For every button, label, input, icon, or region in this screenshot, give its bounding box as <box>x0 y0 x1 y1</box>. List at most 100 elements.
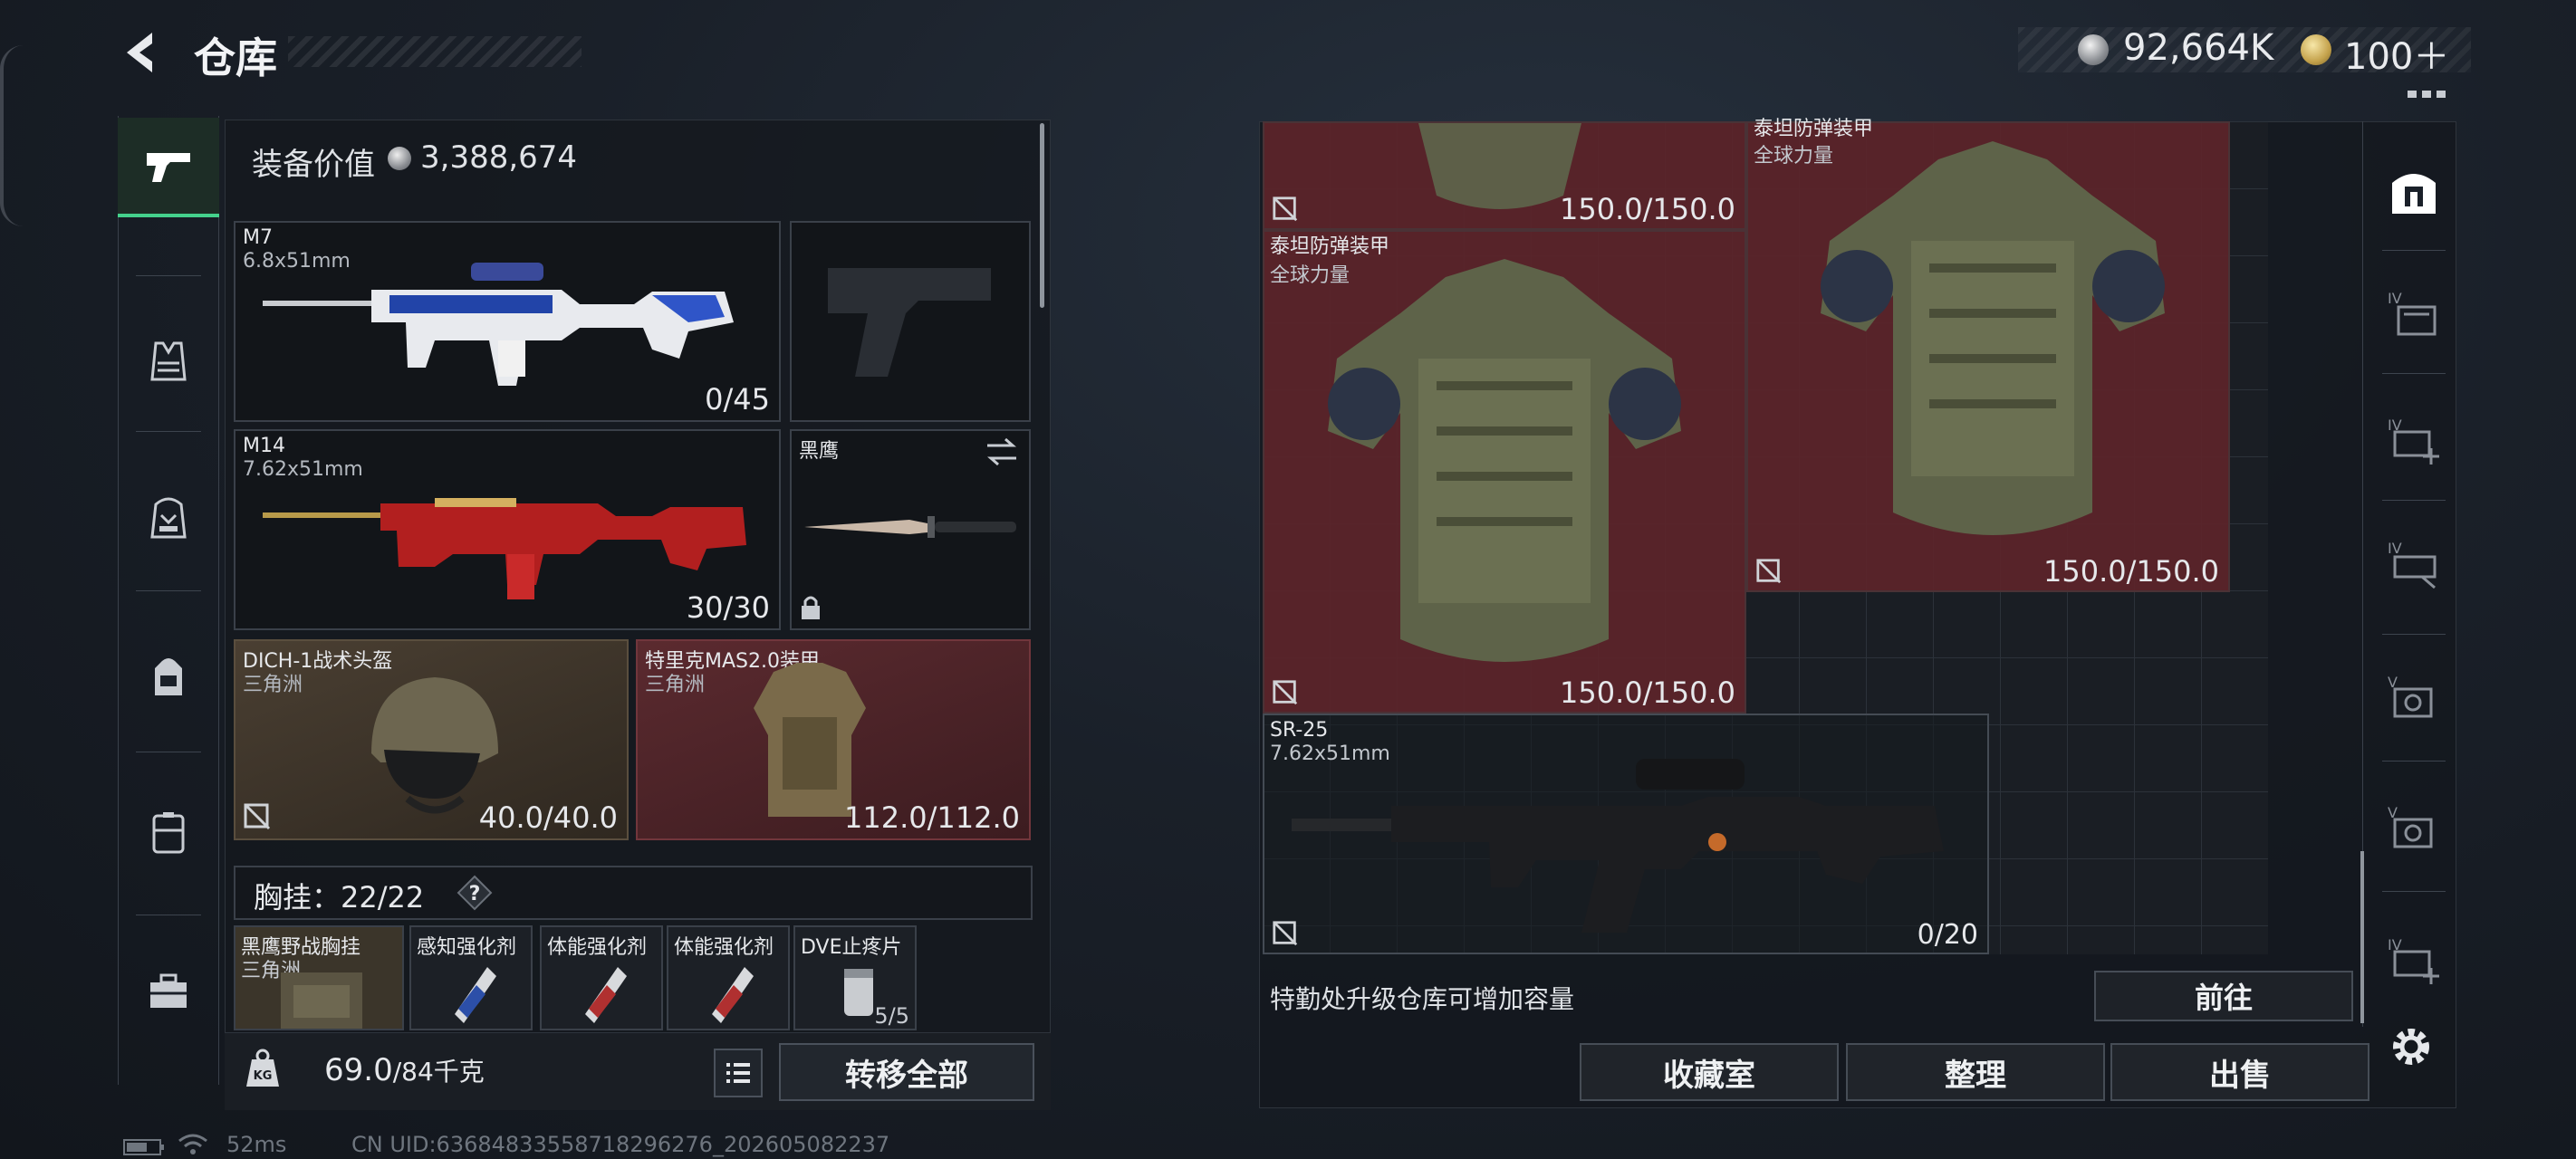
storage-item-armor[interactable]: 泰坦防弹装甲 全球力量 150.0/150.0 <box>1746 118 2230 592</box>
collection-room-button[interactable]: 收藏室 <box>1580 1043 1839 1101</box>
svg-text:?: ? <box>469 883 481 905</box>
chest-rig-capacity: 22/22 <box>341 880 425 915</box>
storage-iv-add-icon: IV <box>2388 417 2439 465</box>
chest-rig-icon <box>281 972 362 1029</box>
no-insure-tag-icon <box>1273 680 1298 705</box>
no-insure-tag-icon <box>244 803 271 830</box>
no-insure-tag-icon <box>1273 196 1298 222</box>
ping-readout: 52ms <box>226 1132 287 1157</box>
storage-tab-iv-add[interactable]: IV <box>2373 920 2455 1001</box>
storage-tab-iv[interactable]: IV <box>2373 523 2455 605</box>
gear-icon <box>2393 1029 2429 1065</box>
container-icon <box>152 812 185 854</box>
rail-item-container[interactable] <box>118 784 219 884</box>
rig-item[interactable]: 体能强化剂 <box>667 925 790 1030</box>
rig-item[interactable]: 黑鹰野战胸挂 三角洲 <box>234 925 404 1030</box>
rig-item-name: DVE止疼片 <box>801 936 902 959</box>
weapon-name: M14 <box>243 435 285 457</box>
storage-tab-v[interactable]: V <box>2373 657 2455 739</box>
secondary-weapon-slot[interactable]: M14 7.62x51mm 30/30 <box>234 429 781 630</box>
ammo-count: 0/20 <box>1917 919 1978 951</box>
weapon-name: M7 <box>243 226 273 249</box>
help-icon: ? <box>457 875 493 911</box>
back-button[interactable] <box>116 25 170 80</box>
storage-iv-add-icon: IV <box>2388 936 2439 984</box>
chest-rig-label-text: 胸挂： <box>254 880 341 915</box>
loadout-scrollbar[interactable] <box>1040 123 1044 308</box>
storage-tab-safe[interactable] <box>2373 150 2455 232</box>
header-dashes-decoration <box>2408 91 2447 98</box>
goto-button[interactable]: 前往 <box>2094 971 2353 1021</box>
rig-item[interactable]: 体能强化剂 <box>540 925 663 1030</box>
battery-icon <box>123 1139 164 1155</box>
storage-scrollbar[interactable] <box>2360 851 2364 1023</box>
transfer-all-button[interactable]: 转移全部 <box>779 1043 1034 1101</box>
sniper-rifle-icon <box>1292 759 1944 933</box>
gold-coin-icon <box>2301 34 2331 65</box>
rig-item[interactable]: 感知强化剂 <box>409 925 533 1030</box>
title-decoration <box>288 36 582 67</box>
durability: 40.0/40.0 <box>478 800 618 835</box>
armor-source: 三角洲 <box>645 674 706 696</box>
silver-currency-amount: 92,664K <box>2123 27 2274 69</box>
weight-max: /84千克 <box>392 1057 485 1087</box>
backpack-icon <box>155 658 182 695</box>
list-view-button[interactable] <box>714 1049 763 1097</box>
rail-item-vest[interactable] <box>118 311 219 411</box>
sort-button[interactable]: 整理 <box>1846 1043 2105 1101</box>
screen-edge-decoration <box>0 45 24 226</box>
rig-item[interactable]: DVE止疼片 5/5 <box>793 925 917 1030</box>
ammo-count: 30/30 <box>686 590 770 625</box>
chest-rig-label: 胸挂：22/22 <box>254 875 424 916</box>
helmet-slot[interactable]: DICH-1战术头盔 三角洲 40.0/40.0 <box>234 639 629 840</box>
back-arrow-icon <box>127 33 152 72</box>
sell-button[interactable]: 出售 <box>2110 1043 2369 1101</box>
rail-item-backpack[interactable] <box>118 627 219 726</box>
help-button[interactable]: ? <box>457 875 493 911</box>
rail-item-helmet-bag[interactable] <box>118 467 219 567</box>
storage-item-rifle[interactable]: SR-25 7.62x51mm 0/20 <box>1263 714 1989 954</box>
titan-armor-icon <box>1328 259 1681 662</box>
pistol-placeholder-icon <box>828 268 991 377</box>
durability: 150.0/150.0 <box>2043 554 2219 589</box>
page-title: 仓库 <box>194 34 277 82</box>
storage-tab-iv[interactable]: IV <box>2373 273 2455 355</box>
knife-icon <box>804 516 1016 538</box>
melee-slot[interactable]: 黑鹰 <box>790 429 1031 630</box>
rig-item-name: 体能强化剂 <box>547 936 648 959</box>
melee-name: 黑鹰 <box>799 440 840 463</box>
weight-current: 69.0 <box>324 1052 393 1088</box>
durability: 150.0/150.0 <box>1560 192 1735 226</box>
storage-tab-v[interactable]: V <box>2373 788 2455 869</box>
storage-iv-icon: IV <box>2388 290 2437 336</box>
vest-icon <box>150 341 187 381</box>
durability: 150.0/150.0 <box>1560 675 1735 710</box>
equip-value: 3,388,674 <box>420 139 578 176</box>
equip-value-label: 装备价值 <box>252 147 375 183</box>
armor-slot[interactable]: 特里克MAS2.0装甲 三角洲 112.0/112.0 <box>636 639 1031 840</box>
swap-icon[interactable] <box>984 436 1020 467</box>
safe-icon <box>2392 174 2436 214</box>
storage-tab-iv-add[interactable]: IV <box>2373 400 2455 482</box>
rig-item-name: 体能强化剂 <box>674 936 774 959</box>
primary-weapon-slot[interactable]: M7 6.8x51mm 0/45 <box>234 221 781 422</box>
settings-button[interactable] <box>2386 1021 2437 1072</box>
rail-item-weapons[interactable] <box>118 118 219 217</box>
category-rail <box>118 116 219 1085</box>
sidearm-slot[interactable] <box>790 221 1031 422</box>
pistol-icon <box>147 153 190 182</box>
storage-item-armor[interactable]: 150.0/150.0 <box>1263 121 1746 230</box>
lock-icon <box>802 596 820 619</box>
durability: 112.0/112.0 <box>844 800 1020 835</box>
no-insure-tag-icon <box>1756 559 1782 584</box>
rifle-icon <box>263 498 746 599</box>
svg-text:KG: KG <box>254 1069 273 1083</box>
rail-item-toolbox[interactable] <box>118 942 219 1041</box>
storage-item-armor[interactable]: 泰坦防弹装甲 全球力量 150.0/150.0 <box>1263 230 1746 714</box>
storage-v-icon: V <box>2388 674 2433 718</box>
helmet-bag-icon <box>150 497 187 539</box>
silver-coin-icon <box>388 147 411 170</box>
injector-icon <box>712 967 754 1023</box>
rig-item-count: 5/5 <box>874 1003 909 1029</box>
gold-currency-amount[interactable]: 100＋ <box>2344 27 2449 80</box>
